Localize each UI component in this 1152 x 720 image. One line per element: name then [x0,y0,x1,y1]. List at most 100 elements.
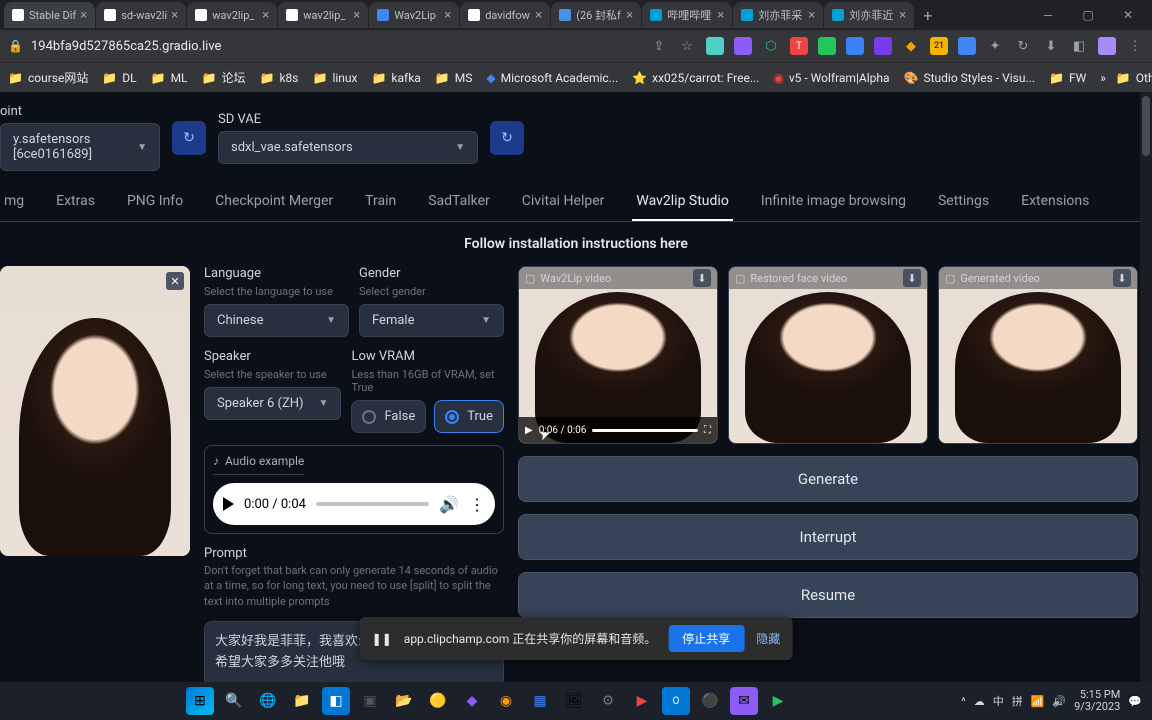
new-tab-button[interactable]: + [915,6,940,25]
interrupt-button[interactable]: Interrupt [518,514,1138,560]
tab-civitai[interactable]: Civitai Helper [518,185,609,221]
browser-tab[interactable]: 刘亦菲近× [824,2,914,28]
extension-icon[interactable] [874,37,892,55]
taskbar-app[interactable]: 🖼 [560,687,588,715]
close-window-button[interactable]: ✕ [1108,0,1148,30]
close-icon[interactable]: × [349,8,360,23]
browser-tab[interactable]: 刘亦菲采× [733,2,823,28]
tab-extensions[interactable]: Extensions [1017,185,1093,221]
browser-tab[interactable]: 哔哩哔哩× [642,2,732,28]
browser-tab[interactable]: (26 封私f× [551,2,641,28]
close-icon[interactable]: × [440,8,451,23]
close-icon[interactable]: × [76,8,87,23]
bookmark-item[interactable]: 🎨Studio Styles - Visu... [904,71,1035,85]
stop-share-button[interactable]: 停止共享 [668,625,744,652]
taskbar-chrome[interactable]: 🟡 [424,687,452,715]
browser-tab[interactable]: wav2lip_× [278,2,368,28]
taskbar-app[interactable]: 📁 [288,687,316,715]
volume-icon[interactable]: 🔊 [439,495,459,514]
bookmark-item[interactable]: 📁DL [102,71,136,85]
bookmarks-overflow[interactable]: » [1100,71,1106,85]
maximize-button[interactable]: ▢ [1068,0,1108,30]
taskbar-app[interactable]: ◆ [458,687,486,715]
refresh-vae-button[interactable]: ↻ [490,121,524,155]
taskbar-app[interactable]: ⚙ [594,687,622,715]
tab-checkpoint-merger[interactable]: Checkpoint Merger [211,185,337,221]
tab-sadtalker[interactable]: SadTalker [424,185,494,221]
download-icon[interactable]: ⬇ [1113,269,1131,287]
taskbar-app[interactable]: ▣ [356,687,384,715]
bookmark-item[interactable]: 📁course网站 [8,69,88,86]
lock-icon[interactable]: 🔒 [8,39,23,53]
play-icon[interactable] [223,497,234,511]
search-button[interactable]: 🔍 [220,687,248,715]
browser-tab[interactable]: wav2lip_× [187,2,277,28]
taskbar-app[interactable]: ✉ [730,687,758,715]
bookmark-item[interactable]: ◆Microsoft Academic... [486,71,618,85]
close-icon[interactable]: × [622,8,633,23]
close-icon[interactable]: × [531,8,542,23]
restored-video[interactable]: ▢Restored face video⬇ [728,266,928,444]
browser-tab[interactable]: sd-wav2li× [96,2,186,28]
browser-tab[interactable]: Wav2Lip× [369,2,459,28]
taskbar-app[interactable]: ▶ [764,687,792,715]
vae-select[interactable]: sdxl_vae.safetensors▼ [218,131,478,164]
audio-player[interactable]: 0:00 / 0:04 🔊 ⋮ [213,483,495,525]
tray-volume-icon[interactable]: 🔊 [1052,695,1066,708]
extension-badge[interactable]: 21 [930,37,948,55]
bookmark-item[interactable]: 📁ML [151,71,188,85]
resume-button[interactable]: Resume [518,572,1138,618]
tray-wifi-icon[interactable]: 📶 [1031,695,1045,708]
extension-icon[interactable] [818,37,836,55]
wav2lip-video[interactable]: ▢Wav2Lip video⬇ ▶0:06 / 0:06⛶ ➤ [518,266,718,444]
tab-infinite-browsing[interactable]: Infinite image browsing [757,185,910,221]
lowvram-true[interactable]: True [434,400,504,433]
close-icon[interactable]: × [167,8,178,23]
tray-notifications-icon[interactable]: 💬 [1128,695,1142,708]
extension-icon[interactable]: ⬡ [762,37,780,55]
taskbar-app[interactable]: 🌐 [254,687,282,715]
close-icon[interactable]: × [713,8,724,23]
other-bookmarks[interactable]: 📁Other bookmarks [1116,71,1152,85]
browser-tab[interactable]: Stable Dif× [4,2,95,28]
checkpoint-select[interactable]: y.safetensors [6ce0161689]▼ [0,123,160,171]
share-icon[interactable]: ⇪ [650,37,668,55]
tray-ime[interactable]: 拼 [1012,693,1023,709]
bookmark-item[interactable]: 📁kafka [371,71,420,85]
minimize-button[interactable]: ─ [1028,0,1068,30]
star-icon[interactable]: ☆ [678,37,696,55]
close-icon[interactable]: × [258,8,269,23]
generate-button[interactable]: Generate [518,456,1138,502]
close-icon[interactable]: ✕ [166,272,184,290]
tab-train[interactable]: Train [361,185,400,221]
extensions-icon[interactable]: ✦ [986,37,1004,55]
hide-share-button[interactable]: 隐藏 [756,630,780,647]
tab-extras[interactable]: Extras [52,185,99,221]
extension-icon[interactable] [734,37,752,55]
bookmark-item[interactable]: 📁FW [1049,71,1086,85]
language-select[interactable]: Chinese▼ [204,304,349,337]
taskbar-app[interactable]: 📂 [390,687,418,715]
download-icon[interactable]: ⬇ [903,269,921,287]
history-icon[interactable]: ↻ [1014,37,1032,55]
speaker-select[interactable]: Speaker 6 (ZH)▼ [204,387,341,420]
fullscreen-icon[interactable]: ⛶ [704,425,711,436]
start-button[interactable]: ⊞ [186,687,214,715]
audio-slider[interactable] [316,502,429,506]
tab-wav2lip[interactable]: Wav2lip Studio [632,185,732,221]
download-icon[interactable]: ⬇ [1042,37,1060,55]
extension-icon[interactable] [846,37,864,55]
bookmark-item[interactable]: ⭐xx025/carrot: Free... [632,71,759,85]
download-icon[interactable]: ⬇ [693,269,711,287]
refresh-checkpoint-button[interactable]: ↻ [172,121,206,155]
lowvram-false[interactable]: False [351,400,426,433]
bookmark-item[interactable]: 📁k8s [260,71,299,85]
profile-icon[interactable]: L [1098,37,1116,55]
bookmark-item[interactable]: 📁论坛 [202,69,246,86]
tab-pnginfo[interactable]: PNG Info [123,185,187,221]
taskbar-app[interactable]: ▦ [526,687,554,715]
browser-tab[interactable]: davidfow× [460,2,550,28]
taskbar-app[interactable]: O [662,687,690,715]
source-image[interactable]: ✕ [0,266,190,556]
close-icon[interactable]: × [895,8,906,23]
